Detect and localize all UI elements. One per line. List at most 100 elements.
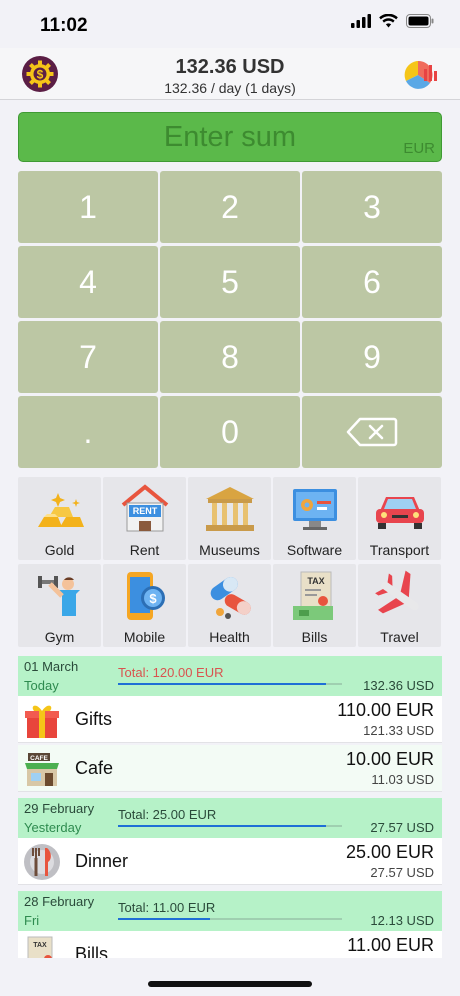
group-progress-bar — [118, 825, 342, 827]
dinner-icon — [24, 844, 60, 880]
statistics-button[interactable] — [402, 57, 438, 93]
key-0[interactable]: 0 — [160, 396, 300, 468]
tax-bill-icon: TAX — [293, 571, 333, 620]
svg-text:RENT: RENT — [133, 506, 158, 516]
category-museums[interactable]: Museums — [188, 477, 271, 560]
expense-converted: 27.57 USD — [370, 865, 434, 880]
car-icon — [376, 497, 424, 529]
key-9[interactable]: 9 — [302, 321, 442, 393]
category-health[interactable]: Health — [188, 564, 271, 647]
expense-amount: 110.00 EUR — [337, 700, 434, 720]
header-total: 132.36 USD — [175, 56, 285, 78]
category-travel[interactable]: Travel — [358, 564, 441, 647]
mobile-icon: $ — [127, 572, 165, 620]
bills-icon: TAX — [27, 936, 53, 958]
currency-label[interactable]: EUR — [403, 140, 435, 157]
expense-row[interactable]: TAX Bills 11.00 EUR — [18, 931, 442, 958]
group-total: Total: 120.00 EUR — [118, 665, 224, 680]
category-label: Health — [209, 629, 250, 645]
key-2[interactable]: 2 — [160, 171, 300, 243]
category-label: Transport — [369, 542, 430, 558]
signal-icon — [351, 14, 371, 28]
bottom-safe-area — [0, 958, 460, 996]
expense-name: Bills — [75, 944, 109, 958]
group-day: Yesterday — [24, 820, 82, 835]
wifi-icon — [379, 14, 398, 28]
group-total: Total: 25.00 EUR — [118, 807, 217, 822]
category-label: Gold — [44, 542, 75, 558]
battery-icon — [406, 14, 434, 28]
key-5[interactable]: 5 — [160, 246, 300, 318]
gold-bars-icon — [38, 493, 84, 527]
key-4[interactable]: 4 — [18, 246, 158, 318]
status-time: 11:02 — [40, 15, 88, 36]
gift-icon — [25, 705, 59, 738]
expense-amount: 10.00 EUR — [345, 749, 434, 769]
expense-row[interactable]: Dinner 25.00 EUR 27.57 USD — [18, 838, 442, 885]
key-decimal[interactable]: . — [18, 396, 158, 468]
key-8[interactable]: 8 — [160, 321, 300, 393]
svg-text:TAX: TAX — [307, 576, 324, 586]
expense-converted: 11.03 USD — [371, 772, 434, 787]
group-day: Today — [24, 678, 59, 693]
expense-name: Cafe — [75, 758, 114, 778]
category-label: Gym — [44, 629, 75, 645]
expense-row[interactable]: CAFE Cafe 10.00 EUR 11.03 USD — [18, 745, 442, 792]
group-progress-fill — [118, 918, 210, 920]
category-label: Mobile — [123, 629, 166, 645]
group-usd: 132.36 USD — [363, 678, 434, 693]
category-gold[interactable]: Gold — [18, 477, 101, 560]
group-progress-bar — [118, 918, 342, 920]
sum-placeholder: Enter sum — [163, 121, 297, 153]
category-label: Travel — [380, 629, 419, 645]
group-progress-fill — [118, 825, 327, 827]
airplane-icon — [375, 570, 419, 614]
category-mobile[interactable]: $ Mobile — [103, 564, 186, 647]
pills-icon — [210, 577, 251, 619]
group-day: Fri — [24, 913, 40, 928]
category-rent[interactable]: RENT Rent — [103, 477, 186, 560]
pie-chart-icon — [404, 60, 437, 89]
day-group-header[interactable]: 29 February Yesterday Total: 25.00 EUR 2… — [18, 798, 442, 838]
category-label: Rent — [129, 542, 160, 558]
key-7[interactable]: 7 — [18, 321, 158, 393]
category-label: Software — [286, 542, 343, 558]
cafe-icon: CAFE — [25, 753, 59, 786]
category-bills[interactable]: TAX Bills — [273, 564, 356, 647]
gym-icon — [38, 576, 80, 616]
day-group-header[interactable]: 01 March Today Total: 120.00 EUR 132.36 … — [18, 656, 442, 696]
svg-text:$: $ — [149, 591, 157, 606]
day-group-header[interactable]: 28 February Fri Total: 11.00 EUR 12.13 U… — [18, 891, 442, 931]
header-subtitle: 132.36 / day (1 days) — [164, 80, 296, 96]
category-software[interactable]: Software — [273, 477, 356, 560]
expense-row[interactable]: Gifts 110.00 EUR 121.33 USD — [18, 696, 442, 743]
status-icons — [351, 14, 434, 28]
group-usd: 12.13 USD — [370, 913, 434, 928]
group-progress-fill — [118, 683, 327, 685]
key-backspace[interactable] — [302, 396, 442, 468]
group-date: 28 February — [24, 894, 95, 909]
svg-text:TAX: TAX — [33, 942, 47, 949]
expense-name: Dinner — [75, 851, 129, 871]
key-1[interactable]: 1 — [18, 171, 158, 243]
key-3[interactable]: 3 — [302, 171, 442, 243]
sum-input[interactable]: Enter sum EUR — [18, 112, 442, 162]
group-date: 29 February — [24, 801, 95, 816]
category-label: Museums — [199, 542, 260, 558]
rent-house-icon: RENT — [121, 484, 169, 532]
group-date: 01 March — [24, 659, 79, 674]
expense-name: Gifts — [75, 709, 113, 729]
expense-amount: 11.00 EUR — [347, 935, 434, 955]
category-gym[interactable]: Gym — [18, 564, 101, 647]
category-transport[interactable]: Transport — [358, 477, 441, 560]
group-progress-bar — [118, 683, 342, 685]
group-usd: 27.57 USD — [370, 820, 434, 835]
category-label: Bills — [301, 629, 328, 645]
home-indicator[interactable] — [148, 981, 312, 987]
expense-converted: 121.33 USD — [363, 723, 434, 738]
group-total: Total: 11.00 EUR — [118, 900, 216, 915]
key-6[interactable]: 6 — [302, 246, 442, 318]
expense-amount: 25.00 EUR — [345, 842, 434, 862]
backspace-icon — [346, 417, 398, 447]
museum-icon — [206, 487, 254, 531]
